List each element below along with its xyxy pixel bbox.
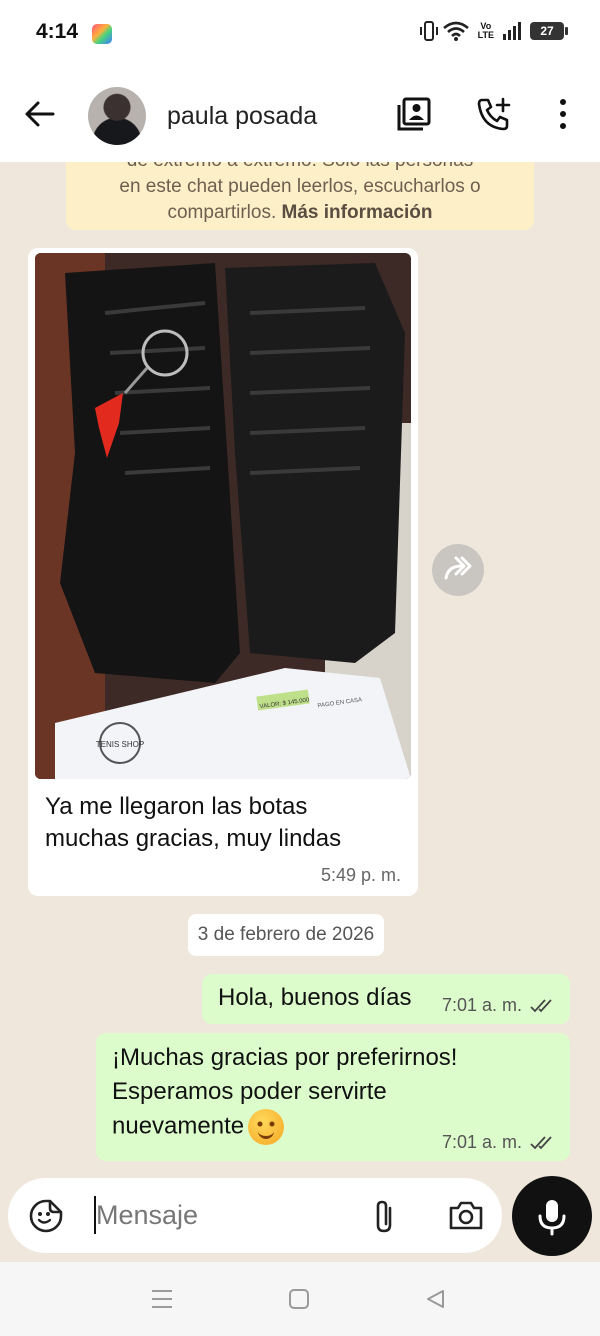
status-icons: Vo LTE 27 [419, 21, 568, 41]
outgoing-message-time: 7:01 a. m. [441, 1132, 522, 1152]
app-notification-icon [92, 24, 112, 44]
volte-bottom: LTE [477, 30, 494, 40]
incoming-message-bubble[interactable]: TENIS SHOP VALOR: $ 145.000 PAGO EN CASA… [28, 248, 418, 896]
back-triangle-icon[interactable] [424, 1288, 446, 1310]
wifi-icon [442, 21, 469, 41]
outgoing-message-text: ¡Muchas gracias por preferirnos! Esperam… [112, 1041, 457, 1145]
smiling-face-emoji-icon [248, 1109, 285, 1145]
incoming-line-2: muchas gracias, muy lindas [45, 825, 342, 852]
double-check-icon [530, 1135, 552, 1149]
encryption-notice: de extremo a extremo. Solo las personas … [66, 162, 534, 230]
camera-icon[interactable] [448, 1198, 484, 1232]
incoming-message-time: 5:49 p. m. [320, 865, 401, 885]
outgoing-line-1: ¡Muchas gracias por preferirnos! [112, 1044, 458, 1071]
boots-photo[interactable]: TENIS SHOP VALOR: $ 145.000 PAGO EN CASA [35, 253, 411, 779]
outgoing-line-2: Esperamos poder servirte [112, 1078, 387, 1105]
incoming-line-1: Ya me llegaron las botas [45, 793, 308, 820]
volte-indicator: Vo LTE [478, 22, 494, 40]
outgoing-line-3-wrap: nuevamente [112, 1109, 457, 1145]
system-nav-bar [0, 1262, 600, 1336]
home-icon[interactable] [288, 1288, 310, 1310]
voice-record-button[interactable] [512, 1176, 592, 1256]
status-bar: 4:14 Vo LTE 27 [0, 0, 600, 70]
double-check-icon [530, 998, 552, 1012]
outgoing-message-text: Hola, buenos días [218, 984, 412, 1011]
message-input[interactable]: Mensaje [96, 1200, 198, 1231]
incoming-message-text: Ya me llegaron las botas muchas gracias,… [45, 791, 341, 855]
outgoing-message-meta: 7:01 a. m. [442, 995, 556, 1016]
contact-name[interactable]: paula posada [167, 102, 317, 131]
back-arrow-icon[interactable] [24, 98, 56, 130]
notice-line-3: compartirlos. Más información [66, 200, 534, 226]
microphone-icon [538, 1200, 566, 1236]
message-composer[interactable]: Mensaje [8, 1178, 502, 1253]
chat-header: paula posada [0, 70, 600, 162]
forward-button[interactable] [432, 544, 484, 596]
outgoing-message-meta: 7:01 a. m. [442, 1132, 556, 1153]
notice-line-cut: de extremo a extremo. Solo las personas [66, 162, 534, 174]
signal-icon [503, 22, 521, 40]
sticker-icon[interactable] [28, 1198, 64, 1234]
forward-icon [444, 556, 472, 580]
contact-avatar[interactable] [88, 87, 146, 145]
outgoing-line-3: nuevamente [112, 1112, 245, 1140]
outgoing-message-time: 7:01 a. m. [441, 995, 522, 1015]
more-vertical-icon[interactable] [552, 96, 574, 132]
notice-line-2: en este chat pueden leerlos, escucharlos… [119, 176, 481, 197]
contact-card-icon[interactable] [396, 96, 432, 132]
photo-shop-label: TENIS SHOP [96, 740, 144, 749]
attach-icon[interactable] [370, 1198, 398, 1236]
outgoing-message-bubble[interactable]: ¡Muchas gracias por preferirnos! Esperam… [96, 1033, 570, 1161]
recents-menu-icon[interactable] [150, 1288, 174, 1310]
vibrate-icon [419, 21, 438, 41]
add-call-icon[interactable] [476, 96, 512, 132]
notice-line-3-text: compartirlos. [167, 202, 277, 223]
date-separator: 3 de febrero de 2026 [188, 914, 384, 956]
status-time: 4:14 [36, 20, 79, 43]
more-info-link[interactable]: Más información [282, 202, 433, 223]
battery-icon: 27 [530, 22, 568, 40]
outgoing-message-bubble[interactable]: Hola, buenos días 7:01 a. m. [202, 974, 570, 1024]
